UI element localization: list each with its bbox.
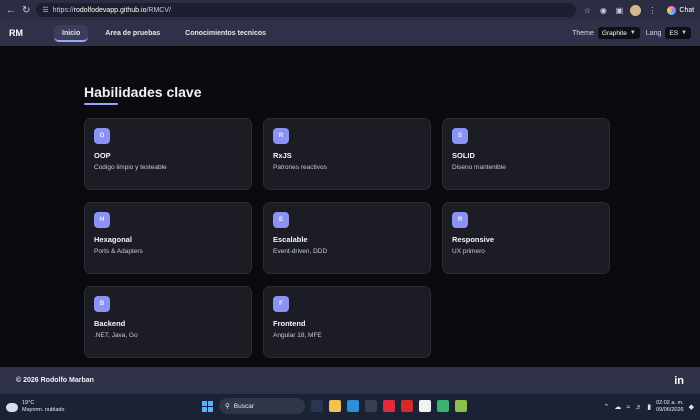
skill-card-hexagonal: H Hexagonal Ports & Adapters (84, 202, 252, 274)
skill-badge: R (452, 212, 468, 228)
app-icon[interactable] (455, 400, 467, 412)
skill-desc: .NET, Java, Go (94, 332, 138, 339)
main-content: Habilidades clave O OOP Codigo limpio y … (0, 46, 700, 367)
skill-card-oop: O OOP Codigo limpio y testeable (84, 118, 252, 190)
url-host: rodolfodevapp.github.io (73, 6, 147, 14)
time: 02:02 a. m. (656, 400, 684, 406)
skill-card-escalable: E Escalable Event-driven, DDD (263, 202, 431, 274)
edge-icon[interactable] (347, 400, 359, 412)
tab-area-de-pruebas[interactable]: Area de pruebas (97, 25, 168, 42)
chevron-down-icon: ▼ (629, 30, 636, 36)
skill-title: SOLID (452, 151, 475, 160)
netflix-icon[interactable] (401, 400, 413, 412)
menu-dots-icon[interactable]: ⋮ (647, 5, 657, 15)
notepad-icon[interactable] (419, 400, 431, 412)
app-icon[interactable] (437, 400, 449, 412)
lang-select[interactable]: ES ▼ (665, 27, 691, 39)
chat-button[interactable]: Chat (663, 4, 698, 16)
theme-label: Theme (572, 29, 594, 37)
cloud-sync-icon[interactable]: ☁ (614, 403, 621, 411)
file-explorer-icon[interactable] (329, 400, 341, 412)
skill-desc: Angular 18, MFE (273, 332, 322, 339)
skill-title: Backend (94, 319, 126, 328)
skill-desc: Event-driven, DDD (273, 248, 328, 255)
youtube-icon[interactable] (383, 400, 395, 412)
theme-select[interactable]: Graphite ▼ (597, 27, 640, 39)
tab-inicio[interactable]: Inicio (54, 24, 89, 42)
weather-desc: Mayorm. nublado (22, 407, 65, 413)
lang-value: ES (669, 29, 679, 37)
skill-desc: Diseno mantenible (452, 164, 506, 171)
chat-label: Chat (679, 6, 695, 14)
chevron-down-icon: ▼ (681, 30, 687, 36)
skill-title: Responsive (452, 235, 495, 244)
url-scheme: https:// (52, 6, 74, 14)
skill-desc: Patrones reactivos (273, 164, 327, 171)
theme-value: Graphite (601, 29, 627, 37)
lang-label: Lang (645, 29, 662, 37)
skill-desc: UX primero (452, 248, 485, 255)
skill-badge: F (273, 296, 289, 312)
weather-widget[interactable]: 19°C Mayorm. nublado (6, 400, 65, 414)
address-bar[interactable]: ☰ https://rodolfodevapp.github.io/RMCV/ (36, 3, 577, 17)
skill-badge: H (94, 212, 110, 228)
skill-card-rxjs: R RxJS Patrones reactivos (263, 118, 431, 190)
copilot-icon (667, 5, 677, 15)
url-path: /RMCV/ (146, 6, 171, 14)
skill-card-responsive: R Responsive UX primero (442, 202, 610, 274)
search-placeholder: Buscar (233, 402, 254, 410)
cloud-icon (6, 402, 18, 412)
browser-toolbar: ← ↻ ☰ https://rodolfodevapp.github.io/RM… (0, 0, 700, 20)
skill-desc: Codigo limpio y testeable (94, 164, 167, 171)
skill-title: Frontend (273, 319, 306, 328)
site-info-icon[interactable]: ☰ (42, 6, 48, 14)
refresh-icon[interactable]: ↻ (22, 4, 30, 16)
star-icon[interactable]: ☆ (582, 5, 592, 15)
skill-badge: B (94, 296, 110, 312)
battery-icon[interactable]: ▮ (647, 403, 651, 411)
windows-start-icon[interactable] (202, 400, 213, 412)
extension-icon[interactable]: ◉ (598, 5, 608, 15)
skill-title: OOP (94, 151, 111, 160)
search-icon: ⚲ (225, 403, 230, 410)
tab-conocimientos-tecnicos[interactable]: Conocimientos tecnicos (177, 25, 274, 42)
chevron-up-icon[interactable]: ⌃ (604, 403, 610, 411)
section-title: Habilidades clave (84, 84, 202, 100)
temperature: 19°C (22, 400, 35, 406)
os-taskbar: 19°C Mayorm. nublado ⚲ Buscar ⌃ ☁ ≈ ♬ ▮ … (0, 394, 700, 420)
skill-badge: O (94, 128, 110, 144)
store-icon[interactable] (365, 400, 377, 412)
tabs-icon[interactable]: ▣ (614, 5, 624, 15)
copyright-text: © 2026 Rodolfo Marban (16, 377, 94, 384)
linkedin-icon[interactable]: in (674, 375, 684, 387)
logo[interactable]: RM (9, 28, 54, 38)
skill-title: Hexagonal (94, 235, 132, 244)
task-view-icon[interactable] (311, 400, 323, 412)
skill-title: Escalable (273, 235, 308, 244)
volume-icon[interactable]: ♬ (635, 404, 642, 411)
taskbar-search[interactable]: ⚲ Buscar (219, 398, 305, 414)
wifi-icon[interactable]: ≈ (626, 404, 630, 411)
clock[interactable]: 02:02 a. m. 09/06/2026 (656, 400, 684, 414)
skill-badge: R (273, 128, 289, 144)
skill-badge: S (452, 128, 468, 144)
notification-icon[interactable]: ◆ (689, 403, 694, 411)
skill-title: RxJS (273, 151, 292, 160)
avatar[interactable] (630, 4, 642, 16)
skill-card-frontend: F Frontend Angular 18, MFE (263, 286, 431, 358)
skill-desc: Ports & Adapters (94, 248, 143, 255)
back-icon[interactable]: ← (6, 4, 16, 16)
skill-card-backend: B Backend .NET, Java, Go (84, 286, 252, 358)
date: 09/06/2026 (656, 407, 684, 413)
title-underline (84, 103, 118, 105)
app-header: RM Inicio Area de pruebas Conocimientos … (0, 20, 700, 46)
skill-card-solid: S SOLID Diseno mantenible (442, 118, 610, 190)
skill-badge: E (273, 212, 289, 228)
page-footer: © 2026 Rodolfo Marban in (0, 367, 700, 394)
